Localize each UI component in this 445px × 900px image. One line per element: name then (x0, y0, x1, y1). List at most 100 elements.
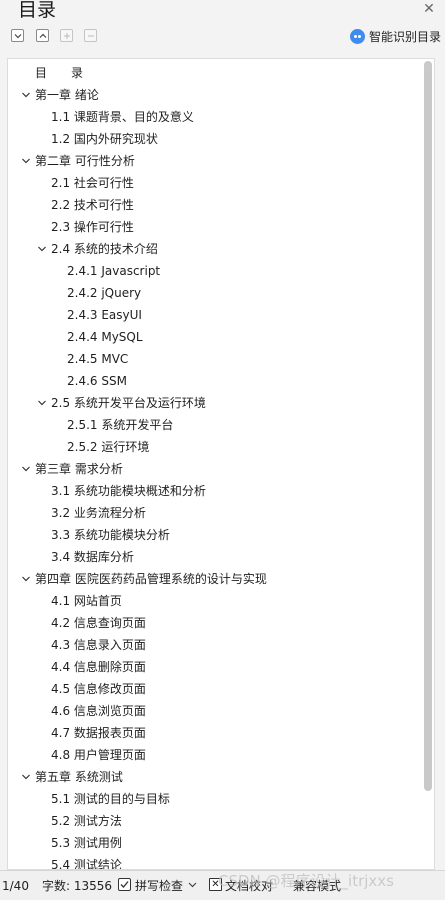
toc-item[interactable]: 2.1 社会可行性 (8, 172, 426, 194)
toc-item[interactable]: 2.5 系统开发平台及运行环境 (8, 392, 426, 414)
toc-item-label: 第三章 需求分析 (35, 462, 123, 476)
expand-up-button[interactable] (36, 29, 49, 42)
toc-item[interactable]: 4.1 网站首页 (8, 590, 426, 612)
toc-item-label: 2.4.5 MVC (67, 352, 129, 366)
toc-item-label: 第四章 医院医药药品管理系统的设计与实现 (35, 572, 267, 586)
toc-item[interactable]: 4.4 信息删除页面 (8, 656, 426, 678)
toc-item-label: 4.6 信息浏览页面 (51, 704, 146, 718)
toc-item-label: 第二章 可行性分析 (35, 154, 135, 168)
toc-item[interactable]: 第一章 绪论 (8, 84, 426, 106)
doc-proofread-label[interactable]: 文档校对 (225, 878, 273, 894)
chevron-down-icon (14, 33, 21, 38)
chevron-down-icon[interactable] (37, 244, 47, 254)
doc-proofread-icon[interactable]: ✕ (209, 878, 222, 891)
toc-item[interactable]: 3.3 系统功能模块分析 (8, 524, 426, 546)
toc-item[interactable]: 3.4 数据库分析 (8, 546, 426, 568)
collapse-all-button[interactable] (11, 29, 24, 42)
chevron-down-icon[interactable] (21, 90, 31, 100)
toc-list[interactable]: 目 录第一章 绪论 1.1 课题背景、目的及意义 1.2 国内外研究现状第二章 可行… (7, 58, 435, 870)
toc-item-label: 2.2 技术可行性 (51, 198, 134, 212)
toc-item[interactable]: 第二章 可行性分析 (8, 150, 426, 172)
smart-recognize-label: 智能识别目录 (368, 29, 441, 44)
toc-item[interactable]: 1.2 国内外研究现状 (8, 128, 426, 150)
toc-item[interactable]: 2.4.2 jQuery (8, 282, 426, 304)
toc-item-label: 2.5.2 运行环境 (67, 440, 150, 454)
toc-item-label: 2.3 操作可行性 (51, 220, 134, 234)
toc-item-label: 3.3 系统功能模块分析 (51, 528, 170, 542)
smart-recognize-toc-button[interactable]: 智能识别目录 (349, 27, 441, 45)
remove-heading-button[interactable] (84, 29, 97, 42)
toc-item[interactable]: 2.4.5 MVC (8, 348, 426, 370)
toc-item-label: 2.4.6 SSM (67, 374, 127, 388)
smart-ai-icon (349, 28, 365, 44)
chevron-down-icon[interactable] (21, 772, 31, 782)
chevron-down-icon[interactable] (37, 398, 47, 408)
word-count[interactable]: 字数: 13556 (42, 878, 112, 894)
chevron-up-icon (39, 33, 46, 38)
close-icon[interactable]: ✕ (421, 1, 437, 17)
toc-item[interactable]: 2.4 系统的技术介绍 (8, 238, 426, 260)
toc-item[interactable]: 4.5 信息修改页面 (8, 678, 426, 700)
toc-item-label: 4.1 网站首页 (51, 594, 122, 608)
toc-item-label: 4.8 用户管理页面 (51, 748, 146, 762)
chevron-down-icon[interactable] (188, 880, 197, 889)
toc-item-label: 目 录 (35, 66, 84, 80)
toc-item-label: 2.4.1 Javascript (67, 264, 161, 278)
toc-item[interactable]: 4.8 用户管理页面 (8, 744, 426, 766)
toc-item[interactable]: 第五章 系统测试 (8, 766, 426, 788)
toc-item[interactable]: 2.4.6 SSM (8, 370, 426, 392)
toc-item[interactable]: 5.2 测试方法 (8, 810, 426, 832)
toc-item-label: 4.4 信息删除页面 (51, 660, 146, 674)
compat-mode-label: 兼容模式 (293, 879, 342, 893)
toc-item-label: 5.2 测试方法 (51, 814, 122, 828)
toc-item[interactable]: 4.7 数据报表页面 (8, 722, 426, 744)
add-heading-button[interactable] (60, 29, 73, 42)
toc-item[interactable]: 3.2 业务流程分析 (8, 502, 426, 524)
toc-item-label: 3.2 业务流程分析 (51, 506, 146, 520)
toc-item-label: 2.4.2 jQuery (67, 286, 142, 300)
toc-item[interactable]: 2.4.4 MySQL (8, 326, 426, 348)
toc-item-label: 2.1 社会可行性 (51, 176, 134, 190)
toc-item[interactable]: 5.3 测试用例 (8, 832, 426, 854)
spell-check-checkbox-icon[interactable] (118, 878, 131, 891)
toc-item-label: 2.5.1 系统开发平台 (67, 418, 174, 432)
toc-item[interactable]: 4.6 信息浏览页面 (8, 700, 426, 722)
chevron-down-icon[interactable] (21, 156, 31, 166)
toc-item-label: 2.4 系统的技术介绍 (51, 242, 158, 256)
toc-item-label: 4.2 信息查询页面 (51, 616, 146, 630)
chevron-down-icon[interactable] (21, 574, 31, 584)
spell-check-label[interactable]: 拼写检查 (135, 878, 183, 894)
toc-item[interactable]: 3.1 系统功能模块概述和分析 (8, 480, 426, 502)
toc-item-label: 4.5 信息修改页面 (51, 682, 146, 696)
status-bar: 1/40 字数: 13556 拼写检查 ✕ 文档校对 兼容模式 (0, 870, 445, 900)
toc-item[interactable]: 第三章 需求分析 (8, 458, 426, 480)
toc-item-label: 1.1 课题背景、目的及意义 (51, 110, 194, 124)
toc-item[interactable]: 2.5.1 系统开发平台 (8, 414, 426, 436)
toc-item-label: 第五章 系统测试 (35, 770, 123, 784)
toc-item[interactable]: 1.1 课题背景、目的及意义 (8, 106, 426, 128)
toc-item[interactable]: 5.1 测试的目的与目标 (8, 788, 426, 810)
toc-item-label: 5.4 测试结论 (51, 858, 122, 870)
toc-item-label: 5.1 测试的目的与目标 (51, 792, 170, 806)
toc-item[interactable]: 2.5.2 运行环境 (8, 436, 426, 458)
toc-item-label: 3.1 系统功能模块概述和分析 (51, 484, 206, 498)
toc-item[interactable]: 2.3 操作可行性 (8, 216, 426, 238)
toc-item-label: 第一章 绪论 (35, 88, 99, 102)
toc-item[interactable]: 第四章 医院医药药品管理系统的设计与实现 (8, 568, 426, 590)
toc-item[interactable]: 4.3 信息录入页面 (8, 634, 426, 656)
panel-title: 目录 (18, 0, 57, 21)
toc-item[interactable]: 4.2 信息查询页面 (8, 612, 426, 634)
page-indicator[interactable]: 1/40 (2, 878, 29, 894)
outline-panel-header: 目录 ✕ 智能识别目录 (0, 0, 445, 58)
scrollbar-thumb[interactable] (424, 61, 432, 791)
toc-item-label: 2.4.3 EasyUI (67, 308, 142, 322)
chevron-down-icon[interactable] (21, 464, 31, 474)
toc-item[interactable]: 5.4 测试结论 (8, 854, 426, 870)
toc-item-label: 2.4.4 MySQL (67, 330, 143, 344)
toc-item[interactable]: 2.4.3 EasyUI (8, 304, 426, 326)
toc-item[interactable]: 目 录 (8, 62, 426, 84)
toc-item[interactable]: 2.2 技术可行性 (8, 194, 426, 216)
scrollbar[interactable] (424, 61, 432, 867)
toc-item-label: 2.5 系统开发平台及运行环境 (51, 396, 206, 410)
toc-item[interactable]: 2.4.1 Javascript (8, 260, 426, 282)
